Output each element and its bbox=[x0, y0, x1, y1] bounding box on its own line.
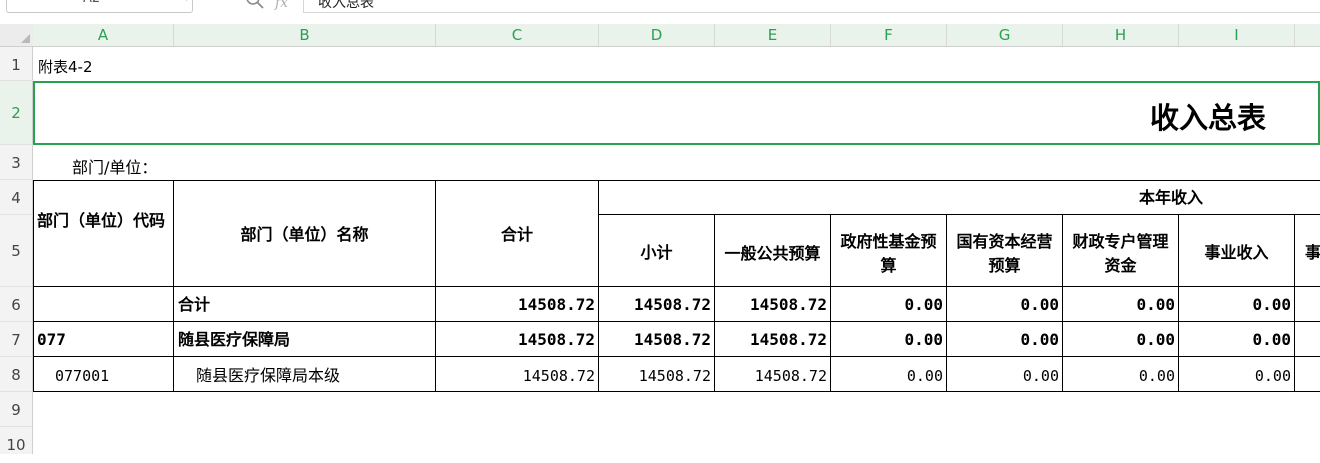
row7-general[interactable]: 14508.72 bbox=[715, 322, 831, 357]
row7-business[interactable]: 0.00 bbox=[1179, 322, 1295, 357]
chevron-down-icon[interactable]: ▾ bbox=[184, 0, 189, 4]
header-total-text: 合计 bbox=[500, 225, 533, 244]
row7-partial[interactable] bbox=[1295, 322, 1320, 357]
row7-fiscal[interactable]: 0.00 bbox=[1063, 322, 1179, 357]
fx-icon[interactable]: fx bbox=[275, 0, 288, 11]
header-year-income[interactable]: 本年收入 bbox=[599, 181, 1320, 215]
row7-name[interactable]: 随县医疗保障局 bbox=[174, 322, 436, 357]
row-header-7[interactable]: 7 bbox=[0, 322, 33, 357]
row7-gov-fund[interactable]: 0.00 bbox=[831, 322, 947, 357]
name-box[interactable]: A2 ▾ bbox=[6, 0, 193, 13]
formula-input[interactable]: 收入总表 bbox=[303, 0, 1320, 13]
row6-total[interactable]: 14508.72 bbox=[436, 287, 599, 322]
header-general-budget-text: 一般公共预算 bbox=[724, 243, 821, 263]
column-header-h[interactable]: H bbox=[1063, 24, 1179, 46]
header-dept-code[interactable]: 部门（单位）代码 bbox=[33, 181, 174, 287]
row-header-9[interactable]: 9 bbox=[0, 392, 33, 427]
row-header-3[interactable]: 3 bbox=[0, 145, 33, 180]
column-header-b[interactable]: B bbox=[174, 24, 436, 46]
row-header-8[interactable]: 8 bbox=[0, 357, 33, 392]
header-year-income-text: 本年收入 bbox=[1139, 187, 1204, 207]
header-state-capital[interactable]: 国有资本经营预算 bbox=[947, 215, 1063, 287]
column-header-g[interactable]: G bbox=[947, 24, 1063, 46]
column-header-d[interactable]: D bbox=[599, 24, 715, 46]
row6-general[interactable]: 14508.72 bbox=[715, 287, 831, 322]
row7-code[interactable]: 077 bbox=[33, 322, 174, 357]
header-dept-name-text: 部门（单位）名称 bbox=[240, 225, 369, 244]
column-header-c[interactable]: C bbox=[436, 24, 599, 46]
row-header-5[interactable]: 5 bbox=[0, 215, 33, 287]
header-fiscal-special-text: 财政专户管理资金 bbox=[1072, 231, 1169, 275]
header-general-budget[interactable]: 一般公共预算 bbox=[715, 215, 831, 287]
header-gov-fund[interactable]: 政府性基金预算 bbox=[831, 215, 947, 287]
column-header-i[interactable]: I bbox=[1179, 24, 1295, 46]
row-header-1[interactable]: 1 bbox=[0, 47, 33, 81]
column-header-j-partial[interactable] bbox=[1295, 24, 1320, 46]
row8-gov-fund[interactable]: 0.00 bbox=[831, 357, 947, 392]
header-subtotal[interactable]: 小计 bbox=[599, 215, 715, 287]
header-next-partial-text: 事 bbox=[1305, 242, 1320, 262]
row6-fiscal[interactable]: 0.00 bbox=[1063, 287, 1179, 322]
row8-subtotal[interactable]: 14508.72 bbox=[599, 357, 715, 392]
row-header-6[interactable]: 6 bbox=[0, 287, 33, 322]
header-subtotal-text: 小计 bbox=[640, 242, 673, 262]
row-header-4[interactable]: 4 bbox=[0, 180, 33, 215]
cell-a1-note[interactable]: 附表4-2 bbox=[38, 56, 93, 77]
row6-business[interactable]: 0.00 bbox=[1179, 287, 1295, 322]
header-business-income[interactable]: 事业收入 bbox=[1179, 215, 1295, 287]
column-header-e[interactable]: E bbox=[715, 24, 831, 46]
row-header-10[interactable]: 10 bbox=[0, 427, 33, 454]
column-header-f[interactable]: F bbox=[831, 24, 947, 46]
formula-bar: A2 ▾ fx 收入总表 bbox=[0, 0, 1320, 14]
header-total[interactable]: 合计 bbox=[436, 181, 599, 287]
row6-gov-fund[interactable]: 0.00 bbox=[831, 287, 947, 322]
row6-name[interactable]: 合计 bbox=[174, 287, 436, 322]
row8-name[interactable]: 随县医疗保障局本级 bbox=[174, 357, 436, 392]
header-gov-fund-text: 政府性基金预算 bbox=[840, 231, 937, 275]
column-header-a[interactable]: A bbox=[33, 24, 174, 46]
dept-label[interactable]: 部门/单位： bbox=[72, 154, 157, 178]
row7-total[interactable]: 14508.72 bbox=[436, 322, 599, 357]
row6-code[interactable] bbox=[33, 287, 174, 322]
row8-code[interactable]: 077001 bbox=[33, 357, 174, 392]
zoom-icon[interactable] bbox=[244, 0, 266, 12]
row8-general[interactable]: 14508.72 bbox=[715, 357, 831, 392]
row7-subtotal[interactable]: 14508.72 bbox=[599, 322, 715, 357]
header-business-income-text: 事业收入 bbox=[1204, 242, 1269, 262]
row7-state[interactable]: 0.00 bbox=[947, 322, 1063, 357]
row8-total[interactable]: 14508.72 bbox=[436, 357, 599, 392]
formula-text: 收入总表 bbox=[318, 0, 374, 11]
table-left-border bbox=[33, 180, 34, 392]
header-next-partial[interactable]: 事 bbox=[1295, 215, 1320, 287]
row6-state[interactable]: 0.00 bbox=[947, 287, 1063, 322]
select-all-corner[interactable] bbox=[0, 24, 34, 47]
row8-partial[interactable] bbox=[1295, 357, 1320, 392]
row8-business[interactable]: 0.00 bbox=[1179, 357, 1295, 392]
header-dept-name[interactable]: 部门（单位）名称 bbox=[174, 181, 436, 287]
row6-subtotal[interactable]: 14508.72 bbox=[599, 287, 715, 322]
selected-cell-a2[interactable] bbox=[33, 81, 1320, 145]
row8-state[interactable]: 0.00 bbox=[947, 357, 1063, 392]
header-dept-code-text: 部门（单位）代码 bbox=[37, 211, 166, 230]
header-fiscal-special[interactable]: 财政专户管理资金 bbox=[1063, 215, 1179, 287]
row8-fiscal[interactable]: 0.00 bbox=[1063, 357, 1179, 392]
row6-partial[interactable] bbox=[1295, 287, 1320, 322]
row-header-2[interactable]: 2 bbox=[0, 81, 33, 145]
name-box-value: A2 bbox=[83, 0, 100, 6]
header-state-capital-text: 国有资本经营预算 bbox=[956, 231, 1053, 275]
